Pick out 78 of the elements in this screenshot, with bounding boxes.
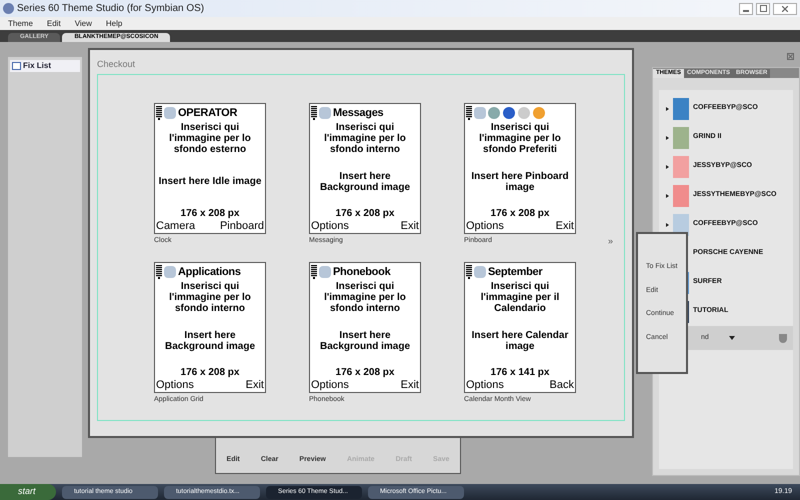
placeholder-hint: Inserisci qui l'immagine per il Calendario: [480, 281, 560, 314]
signal-icon: [466, 265, 472, 279]
placeholder-label: Insert here Background image: [318, 170, 412, 192]
left-softkey: Camera: [156, 219, 196, 233]
right-softkey: Exit: [246, 378, 264, 392]
app-icon: [474, 266, 486, 278]
minimize-icon: [743, 10, 749, 12]
caret-icon[interactable]: [729, 336, 735, 340]
expand-icon[interactable]: [666, 222, 669, 226]
image-size: 176 x 208 px: [336, 208, 394, 219]
fix-list-tab[interactable]: Fix List: [10, 60, 80, 72]
dialog-title: Checkout: [97, 58, 136, 71]
placeholder-hint: Inserisci qui l'immagine per lo sfondo esterno: [168, 122, 252, 155]
theme-thumbnail: [673, 184, 689, 206]
screen-title: Applications: [178, 266, 241, 278]
placeholder-hint: Inserisci qui l'immagine per lo sfondo interno: [168, 281, 252, 314]
window-icon: [12, 62, 21, 70]
image-size: 176 x 208 px: [336, 367, 394, 378]
minimize-button[interactable]: [739, 2, 753, 14]
expand-icon[interactable]: [666, 194, 669, 198]
app-icon: [474, 107, 486, 119]
menu-item[interactable]: Edit: [46, 18, 61, 30]
start-button[interactable]: start: [0, 484, 56, 500]
window-title: Series 60 Theme Studio (for Symbian OS): [17, 2, 206, 16]
expand-icon[interactable]: [666, 106, 669, 110]
signal-icon: [311, 265, 317, 279]
left-softkey: Options: [466, 219, 504, 233]
signal-icon: [156, 265, 162, 279]
toolbar-icon: [503, 107, 515, 119]
image-size: 176 x 141 px: [490, 367, 550, 378]
right-softkey: Exit: [400, 378, 419, 392]
app-icon: [319, 107, 331, 119]
placeholder-hint: Inserisci qui l'immagine per lo sfondo interno: [323, 281, 407, 314]
screen-title: OPERATOR: [178, 108, 238, 118]
placeholder-label: Insert here Idle image: [158, 176, 262, 187]
app-icon: [319, 266, 331, 278]
right-softkey: Back: [550, 378, 574, 392]
placeholder-label: Insert here Background image: [318, 330, 412, 352]
maximize-button[interactable]: [756, 2, 770, 14]
maximize-icon: [760, 5, 766, 12]
theme-thumbnail: [673, 98, 689, 120]
app-logo-icon: [3, 3, 14, 14]
toolbar-icon: [533, 107, 545, 119]
image-size: 176 x 208 px: [180, 208, 240, 219]
close-button[interactable]: [773, 2, 797, 14]
placeholder-label: Insert here Calendar image: [470, 330, 570, 352]
placeholder-hint: Inserisci qui l'immagine per lo sfondo interno: [323, 122, 407, 155]
signal-icon: [156, 106, 162, 120]
signal-icon: [466, 106, 472, 120]
left-softkey: Options: [311, 219, 349, 233]
app-icon: [164, 107, 176, 119]
left-softkey: Options: [466, 378, 504, 392]
expand-icon[interactable]: [666, 164, 669, 168]
placeholder-label: Insert here Background image: [164, 330, 256, 352]
screen-title: Phonebook: [333, 266, 390, 278]
signal-icon: [311, 106, 317, 120]
app-icon: [164, 266, 176, 278]
right-softkey: Exit: [556, 219, 574, 233]
placeholder-label: Insert here Pinboard image: [470, 170, 570, 192]
image-size: 176 x 208 px: [490, 208, 550, 219]
screen-title: September: [488, 266, 542, 278]
menu-item[interactable]: Theme: [8, 18, 33, 30]
image-size: 176 x 208 px: [180, 367, 240, 378]
menu-item[interactable]: Help: [106, 18, 122, 30]
left-softkey: Options: [156, 378, 194, 392]
menu-item[interactable]: View: [74, 18, 92, 30]
toolbar-icon: [488, 107, 500, 119]
left-softkey: Options: [311, 378, 349, 392]
toolbar-icon: [518, 107, 530, 119]
placeholder-hint: Inserisci qui l'immagine per lo sfondo Preferiti: [478, 122, 562, 155]
theme-thumbnail: [673, 126, 689, 148]
theme-thumbnail: [673, 156, 689, 178]
right-softkey: Pinboard: [220, 219, 264, 233]
more-icon[interactable]: »: [608, 235, 614, 248]
close-icon: [782, 6, 788, 12]
expand-icon[interactable]: [666, 136, 669, 140]
screen-title: Messages: [333, 108, 384, 118]
right-softkey: Exit: [400, 219, 419, 233]
